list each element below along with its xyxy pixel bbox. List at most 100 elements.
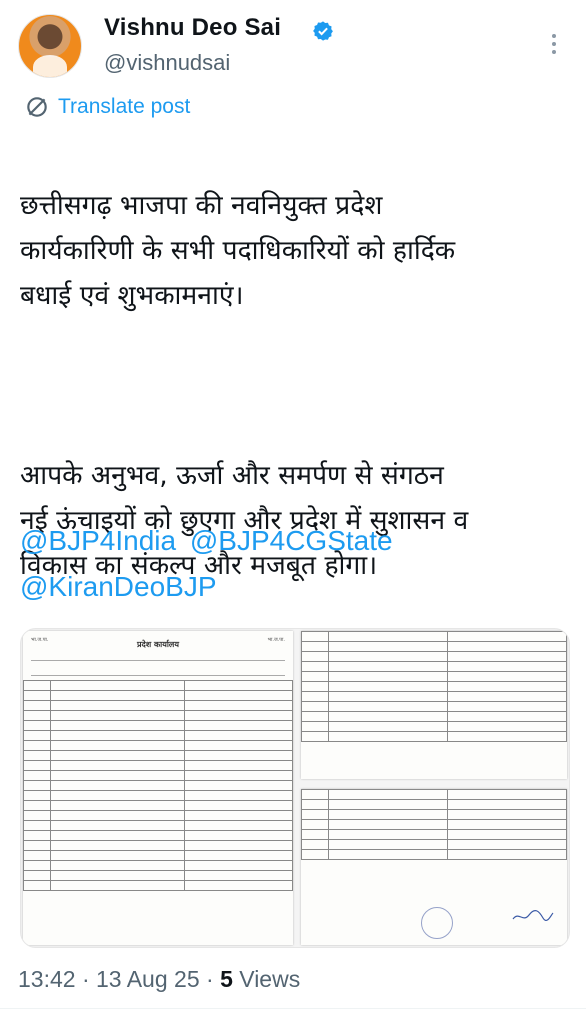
table-cell	[184, 810, 293, 821]
table-cell	[23, 750, 51, 761]
officials-table	[23, 680, 293, 891]
table-cell	[301, 691, 329, 702]
table-cell	[327, 711, 448, 722]
table-cell	[23, 690, 51, 701]
table-cell	[49, 810, 186, 821]
table-cell	[327, 829, 448, 840]
table-cell	[446, 691, 567, 702]
party-logo-icon: भा.ज.पा.	[31, 637, 49, 643]
avatar[interactable]	[18, 14, 82, 78]
post-image-attachment[interactable]: भा.ज.पा. भा.ज.पा. प्रदेश कार्यालय	[20, 628, 570, 948]
document-page-list	[301, 631, 567, 779]
table-cell	[23, 770, 51, 781]
table-row	[23, 830, 293, 841]
mention-link[interactable]: @BJP4CGState	[190, 525, 393, 556]
table-cell	[327, 631, 448, 642]
table-cell	[327, 681, 448, 692]
table-row	[23, 850, 293, 861]
table-cell	[184, 850, 293, 861]
table-cell	[23, 790, 51, 801]
table-cell	[301, 839, 329, 850]
table-cell	[23, 720, 51, 731]
table-row	[23, 690, 293, 701]
table-row	[301, 711, 567, 722]
table-cell	[184, 870, 293, 881]
table-cell	[49, 850, 186, 861]
table-cell	[327, 691, 448, 702]
table-cell	[301, 849, 329, 860]
table-cell	[184, 840, 293, 851]
table-row	[301, 701, 567, 712]
table-cell	[446, 671, 567, 682]
table-cell	[301, 799, 329, 810]
translate-icon	[27, 97, 47, 117]
table-cell	[446, 731, 567, 742]
table-cell	[327, 799, 448, 810]
table-row	[301, 829, 567, 840]
table-row	[301, 789, 567, 800]
author-name[interactable]: Vishnu Deo Sai	[104, 14, 281, 42]
table-row	[23, 720, 293, 731]
table-row	[301, 799, 567, 810]
document-intro	[31, 660, 285, 676]
table-cell	[446, 839, 567, 850]
table-row	[23, 680, 293, 691]
table-row	[301, 819, 567, 830]
table-cell	[301, 651, 329, 662]
divider	[0, 1008, 586, 1009]
post-date[interactable]: 13 Aug 25	[96, 966, 200, 992]
mention-link[interactable]: @KiranDeoBJP	[20, 571, 217, 602]
table-cell	[49, 880, 186, 891]
table-cell	[23, 820, 51, 831]
table-cell	[23, 850, 51, 861]
table-cell	[446, 819, 567, 830]
document-page-list	[301, 789, 567, 945]
more-options-icon[interactable]	[546, 30, 562, 60]
table-row	[23, 840, 293, 851]
table-cell	[49, 730, 186, 741]
views-label: Views	[239, 966, 301, 992]
table-cell	[327, 849, 448, 860]
table-cell	[49, 740, 186, 751]
table-cell	[184, 860, 293, 871]
table-cell	[301, 819, 329, 830]
officials-table	[301, 631, 567, 742]
table-cell	[49, 780, 186, 791]
mention-link[interactable]: @BJP4India	[20, 525, 176, 556]
author-handle[interactable]: @vishnudsai	[104, 50, 230, 76]
post-time[interactable]: 13:42	[18, 966, 76, 992]
table-row	[301, 849, 567, 860]
table-row	[301, 641, 567, 652]
table-cell	[184, 680, 293, 691]
table-cell	[446, 849, 567, 860]
post-mentions: @BJP4India @BJP4CGState @KiranDeoBJP	[20, 518, 570, 610]
table-cell	[49, 830, 186, 841]
table-cell	[327, 839, 448, 850]
table-cell	[49, 820, 186, 831]
table-row	[301, 681, 567, 692]
table-cell	[327, 721, 448, 732]
table-cell	[446, 711, 567, 722]
table-cell	[446, 721, 567, 732]
table-cell	[446, 809, 567, 820]
table-cell	[49, 840, 186, 851]
table-cell	[301, 731, 329, 742]
table-cell	[184, 750, 293, 761]
table-cell	[49, 710, 186, 721]
table-row	[23, 810, 293, 821]
document-title: प्रदेश कार्यालय	[136, 640, 180, 649]
table-row	[23, 740, 293, 751]
table-cell	[446, 799, 567, 810]
table-cell	[23, 860, 51, 871]
table-row	[301, 691, 567, 702]
translate-post-link[interactable]: Translate post	[24, 94, 190, 120]
table-cell	[446, 661, 567, 672]
table-cell	[49, 860, 186, 871]
table-cell	[301, 701, 329, 712]
table-cell	[49, 750, 186, 761]
table-row	[301, 839, 567, 850]
table-cell	[23, 830, 51, 841]
table-cell	[23, 730, 51, 741]
table-row	[23, 760, 293, 771]
table-cell	[49, 690, 186, 701]
